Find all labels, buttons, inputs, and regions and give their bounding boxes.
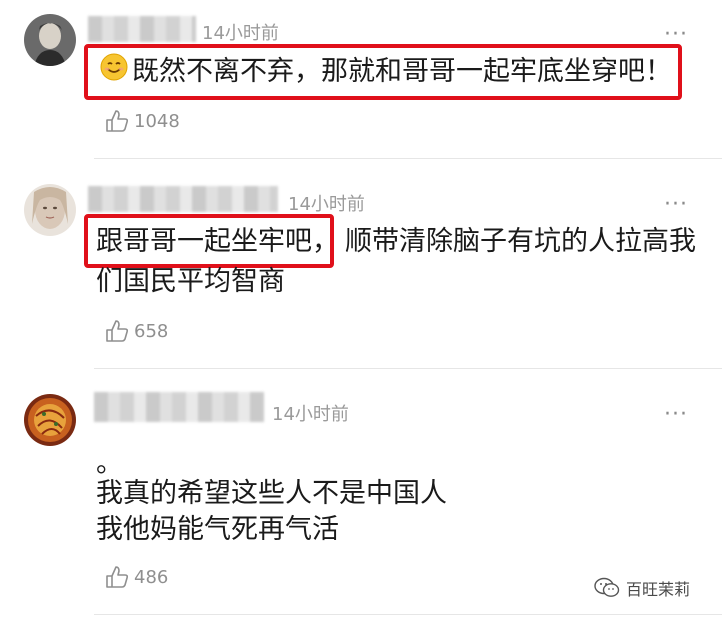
like-count: 486 bbox=[134, 566, 169, 588]
comment-text-line: 既然不离不弃，那就和哥哥一起牢底坐穿吧！ bbox=[132, 56, 672, 87]
divider bbox=[94, 158, 722, 159]
like-button[interactable]: 658 bbox=[104, 318, 168, 344]
like-button[interactable]: 1048 bbox=[104, 108, 180, 134]
comment-text-highlight: 跟哥哥一起坐牢吧， bbox=[96, 226, 339, 257]
watermark: 百旺茉莉 bbox=[594, 576, 690, 600]
thumbs-up-icon bbox=[106, 320, 129, 342]
thumbs-up-icon bbox=[106, 566, 129, 588]
comment-text-line-2: 我真的希望这些人不是中国人 bbox=[96, 478, 447, 509]
comment-text: 既然不离不弃，那就和哥哥一起牢底坐穿吧！ bbox=[100, 52, 672, 93]
comment-text: 跟哥哥一起坐牢吧， 顺带清除脑子有坑的人拉高我 bbox=[96, 222, 696, 262]
watermark-label: 百旺茉莉 bbox=[626, 580, 691, 599]
avatar[interactable] bbox=[24, 14, 76, 66]
username-blurred[interactable] bbox=[88, 16, 196, 42]
more-dots-icon[interactable]: ··· bbox=[664, 404, 688, 426]
comment-text-line-2: 们国民平均智商 bbox=[96, 266, 285, 297]
avatar[interactable] bbox=[24, 394, 76, 446]
avatar[interactable] bbox=[24, 184, 76, 236]
username-blurred[interactable] bbox=[94, 392, 264, 422]
comment-time: 14小时前 bbox=[288, 194, 365, 215]
comment-text-line-3: 我他妈能气死再气活 bbox=[96, 514, 339, 545]
like-button[interactable]: 486 bbox=[104, 564, 168, 590]
more-dots-icon[interactable]: ··· bbox=[664, 194, 688, 216]
smile-emoji-icon bbox=[100, 53, 128, 93]
like-count: 1048 bbox=[134, 110, 180, 132]
comment-time: 14小时前 bbox=[272, 404, 349, 425]
username-blurred[interactable] bbox=[88, 186, 278, 212]
wechat-icon bbox=[594, 577, 620, 597]
comment-text-line: 顺带清除脑子有坑的人拉高我 bbox=[345, 226, 696, 257]
like-count: 658 bbox=[134, 320, 169, 342]
thumbs-up-icon bbox=[106, 110, 129, 132]
divider bbox=[94, 614, 722, 615]
divider bbox=[94, 368, 722, 369]
more-dots-icon[interactable]: ··· bbox=[664, 24, 688, 46]
comment-time: 14小时前 bbox=[202, 23, 279, 44]
